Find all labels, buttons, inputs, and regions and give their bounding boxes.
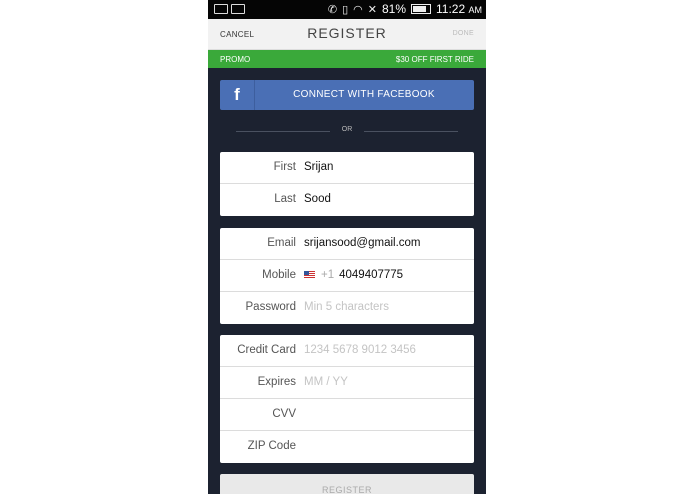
mobile-value: 4049407775 [339, 269, 404, 281]
battery-icon [411, 4, 432, 14]
credit-card-label: Credit Card [237, 344, 296, 356]
nav-bar: CANCEL REGISTER DONE [208, 19, 486, 50]
country-code: +1 [321, 269, 335, 281]
clock: 11:22 AM [436, 2, 482, 16]
payment-card: Credit Card 1234 5678 9012 3456 Expires … [220, 335, 474, 463]
account-card: Email srijansood@gmail.com Mobile +1 4049… [220, 228, 474, 324]
notification-icons [214, 4, 245, 14]
first-name-field[interactable]: First Srijan [220, 152, 474, 184]
status-bar: ✆ ▯ ◠ ✕ 81% 11:22 AM [208, 0, 486, 19]
us-flag-icon[interactable] [304, 270, 315, 279]
password-placeholder[interactable]: Min 5 characters [304, 301, 389, 313]
notification-icon [231, 4, 245, 14]
promo-label: PROMO [220, 55, 251, 64]
facebook-button-label: CONNECT WITH FACEBOOK [293, 89, 435, 100]
done-button[interactable]: DONE [453, 30, 474, 37]
promo-banner[interactable]: PROMO $30 OFF FIRST RIDE [208, 50, 486, 68]
last-name-field[interactable]: Last Sood [220, 184, 474, 216]
first-name-label: First [273, 161, 296, 173]
or-divider: OR [236, 126, 458, 136]
expires-label: Expires [257, 376, 296, 388]
cvv-label: CVV [272, 408, 296, 420]
vibrate-icon: ▯ [342, 3, 349, 16]
register-button[interactable]: REGISTER [220, 474, 474, 494]
promo-offer: $30 OFF FIRST RIDE [395, 55, 474, 64]
phone-icon: ✆ [327, 3, 338, 16]
connect-facebook-button[interactable]: f CONNECT WITH FACEBOOK [220, 80, 474, 110]
facebook-icon: f [220, 80, 255, 110]
zip-code-label: ZIP Code [247, 440, 296, 452]
or-label: OR [341, 126, 353, 133]
battery-percent: 81% [381, 2, 407, 16]
cvv-field[interactable]: CVV [220, 399, 474, 431]
phone-screen: ✆ ▯ ◠ ✕ 81% 11:22 AM CANCEL REGISTER DON… [208, 0, 486, 494]
password-label: Password [245, 301, 297, 313]
last-name-label: Last [274, 193, 296, 205]
email-field[interactable]: Email srijansood@gmail.com [220, 228, 474, 260]
wifi-icon: ◠ [353, 3, 363, 16]
mobile-label: Mobile [262, 269, 296, 281]
mobile-input[interactable]: +1 4049407775 [304, 269, 403, 281]
email-label: Email [267, 237, 296, 249]
signal-icon: ✕ [367, 3, 377, 16]
name-card: First Srijan Last Sood [220, 152, 474, 216]
page-title: REGISTER [307, 25, 387, 41]
notification-icon [214, 4, 228, 14]
zip-code-field[interactable]: ZIP Code [220, 431, 474, 463]
expires-field[interactable]: Expires MM / YY [220, 367, 474, 399]
credit-card-placeholder[interactable]: 1234 5678 9012 3456 [304, 344, 416, 356]
register-button-label: REGISTER [321, 485, 372, 494]
first-name-value[interactable]: Srijan [304, 161, 333, 173]
password-field[interactable]: Password Min 5 characters [220, 292, 474, 324]
email-value[interactable]: srijansood@gmail.com [304, 237, 421, 249]
credit-card-field[interactable]: Credit Card 1234 5678 9012 3456 [220, 335, 474, 367]
expires-placeholder[interactable]: MM / YY [304, 376, 348, 388]
mobile-field[interactable]: Mobile +1 4049407775 [220, 260, 474, 292]
last-name-value[interactable]: Sood [304, 193, 331, 205]
